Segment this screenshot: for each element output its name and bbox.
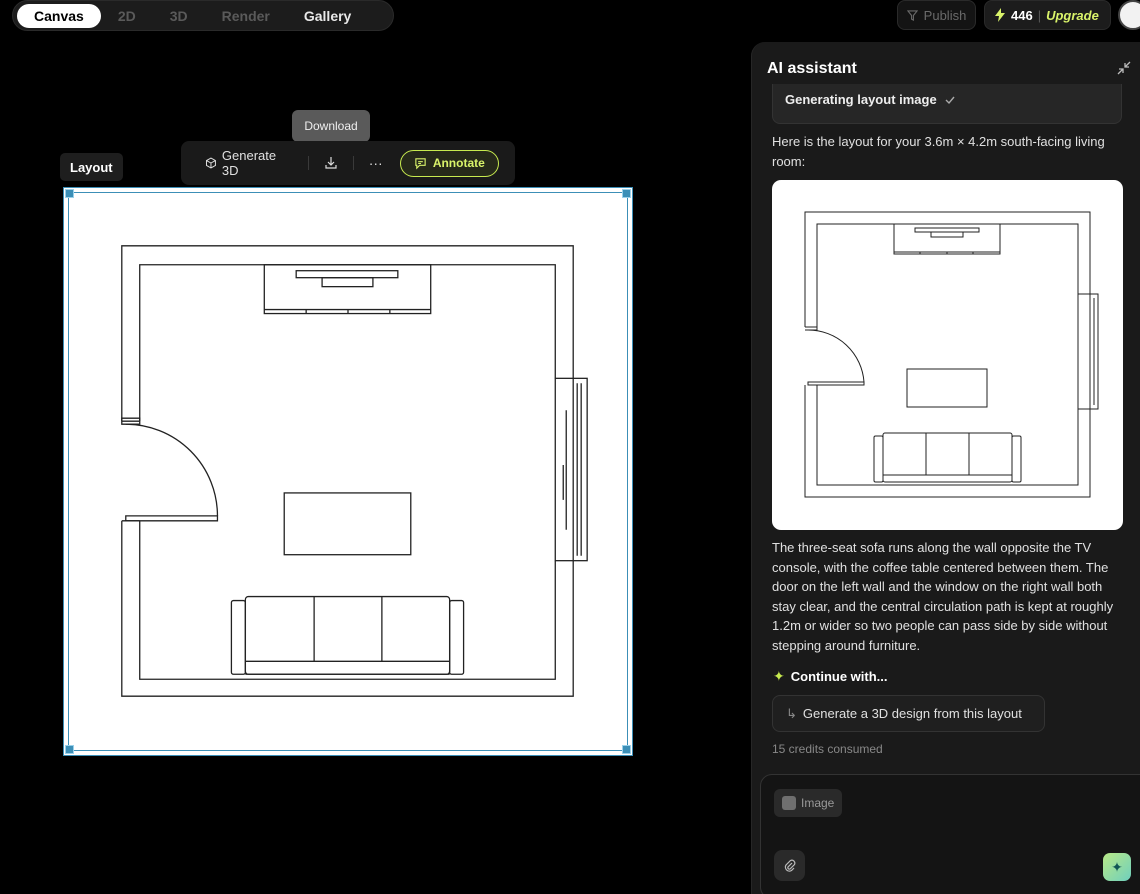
- lightning-icon: [995, 8, 1005, 22]
- more-button[interactable]: ···: [366, 153, 386, 173]
- collapse-icon[interactable]: [1116, 60, 1132, 76]
- upgrade-link[interactable]: Upgrade: [1046, 8, 1099, 23]
- annotate-icon: [415, 157, 426, 169]
- layout-canvas[interactable]: [63, 187, 633, 756]
- publish-button[interactable]: Publish: [897, 0, 976, 30]
- ai-assistant-panel: AI assistant Generating layout image Her…: [751, 42, 1140, 894]
- assistant-title: AI assistant: [767, 60, 857, 77]
- annotate-label: Annotate: [432, 156, 485, 170]
- resize-handle-top-left[interactable]: [65, 189, 74, 198]
- return-arrow-icon: ↳: [786, 705, 797, 721]
- canvas-toolbar: Generate 3D ··· Annotate: [181, 141, 515, 185]
- continue-heading: ✦ Continue with...: [773, 668, 888, 685]
- tab-gallery[interactable]: Gallery: [287, 4, 368, 28]
- tab-2d[interactable]: 2D: [101, 4, 153, 28]
- sparkle-icon: ✦: [1111, 858, 1123, 875]
- layout-preview-image[interactable]: [772, 180, 1123, 530]
- image-chip[interactable]: Image: [774, 789, 843, 817]
- status-text: Generating layout image: [785, 92, 937, 107]
- suggestion-button[interactable]: ↳ Generate a 3D design from this layout: [772, 695, 1045, 732]
- credits-pill[interactable]: 446 | Upgrade: [984, 0, 1111, 30]
- chat-input-box[interactable]: Image ✦: [760, 774, 1140, 894]
- tab-3d[interactable]: 3D: [153, 4, 205, 28]
- image-chip-label: Image: [801, 796, 835, 810]
- credits-count: 446: [1011, 7, 1033, 23]
- filter-icon: [906, 9, 918, 21]
- suggestion-label: Generate a 3D design from this layout: [802, 706, 1022, 721]
- generate-3d-button[interactable]: Generate 3D: [205, 148, 296, 178]
- tab-render[interactable]: Render: [205, 4, 287, 28]
- sparkle-icon: ✦: [773, 668, 785, 684]
- check-icon: [945, 96, 955, 105]
- toolbar-divider: [352, 156, 354, 170]
- assistant-intro: Here is the layout for your 3.6m × 4.2m …: [772, 134, 1105, 169]
- paperclip-icon: [784, 859, 795, 872]
- download-tooltip: Download: [292, 110, 370, 147]
- annotate-button[interactable]: Annotate: [399, 149, 500, 177]
- tab-canvas[interactable]: Canvas: [17, 3, 101, 28]
- resize-handle-bottom-left[interactable]: [65, 745, 74, 754]
- floor-plan-drawing: [121, 245, 588, 697]
- resize-handle-bottom-right[interactable]: [622, 745, 631, 754]
- assistant-message: The three-seat sofa runs along the wall …: [772, 540, 1114, 653]
- floor-plan-thumbnail: [804, 211, 1099, 498]
- toolbar-divider: [307, 156, 309, 170]
- divider: |: [1037, 7, 1042, 23]
- avatar[interactable]: [1118, 0, 1140, 30]
- generate-3d-label: Generate 3D: [221, 148, 277, 178]
- mode-tabs: Canvas 2D 3D Render Gallery: [12, 0, 394, 31]
- image-icon: [782, 796, 796, 810]
- send-button[interactable]: ✦: [1103, 853, 1131, 881]
- download-button[interactable]: [321, 153, 341, 173]
- download-icon: [325, 157, 337, 169]
- cube-icon: [205, 157, 216, 169]
- layout-label: Layout: [60, 153, 123, 181]
- resize-handle-top-right[interactable]: [622, 189, 631, 198]
- continue-label: Continue with...: [790, 669, 888, 684]
- attach-button[interactable]: [774, 850, 805, 881]
- status-pill: Generating layout image: [772, 84, 1122, 124]
- credits-consumed: 15 credits consumed: [772, 742, 883, 756]
- publish-label: Publish: [923, 7, 967, 23]
